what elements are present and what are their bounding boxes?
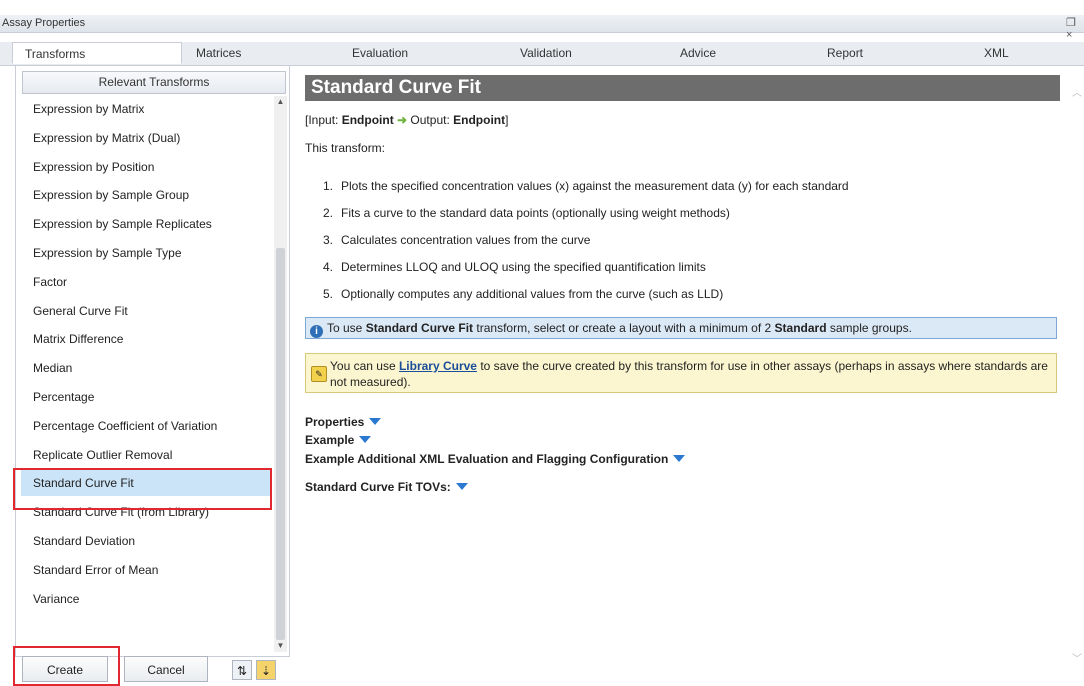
page-title: Standard Curve Fit xyxy=(305,75,1060,101)
step-number: 5. xyxy=(323,287,334,301)
io-prefix: [Input: xyxy=(305,113,342,127)
scroll-down-icon[interactable]: ▼ xyxy=(274,640,287,652)
info-text-pre: To use xyxy=(327,321,366,335)
transform-list-item[interactable]: Expression by Position xyxy=(21,154,271,180)
transform-list-item[interactable]: Expression by Sample Group xyxy=(21,182,271,208)
cancel-button[interactable]: Cancel xyxy=(124,656,208,682)
steps-list: 1. Plots the specified concentration valu… xyxy=(323,177,849,312)
transform-list-item[interactable]: Expression by Sample Replicates xyxy=(21,211,271,237)
tab-xml[interactable]: XML xyxy=(984,42,1009,65)
selected-item-highlight xyxy=(13,468,272,510)
scrollbar-thumb[interactable] xyxy=(276,248,285,640)
expand-icon[interactable] xyxy=(673,455,686,462)
tab-matrices[interactable]: Matrices xyxy=(196,42,241,65)
step-item: 3. Calculates concentration values from t… xyxy=(323,231,849,258)
input-type: Endpoint xyxy=(341,113,394,127)
window-titlebar: Assay Properties ❐ × xyxy=(0,15,1084,41)
tab-validation[interactable]: Validation xyxy=(520,42,572,65)
transform-list-item[interactable]: Factor xyxy=(21,269,271,295)
create-button-highlight xyxy=(13,646,120,686)
transform-list-item[interactable]: Replicate Outlier Removal xyxy=(21,442,271,468)
window-title: Assay Properties xyxy=(2,17,86,29)
step-item: 2. Fits a curve to the standard data poin… xyxy=(323,204,849,231)
transform-list-item[interactable]: Standard Deviation xyxy=(21,528,271,554)
step-text: Plots the specified concentration values… xyxy=(341,179,849,193)
transform-list-item[interactable]: Percentage Coefficient of Variation xyxy=(21,413,271,439)
note-text: You can use Library Curve to save the cu… xyxy=(330,358,1050,390)
scroll-up-icon[interactable]: ▲ xyxy=(274,96,287,108)
step-number: 2. xyxy=(323,206,334,220)
info-text-post: sample groups. xyxy=(826,321,912,335)
details-scrollbar[interactable]: ︿ ﹀ xyxy=(1070,70,1084,670)
step-text: Determines LLOQ and ULOQ using the speci… xyxy=(341,260,706,274)
section-tovs[interactable]: Standard Curve Fit TOVs: xyxy=(305,480,468,494)
section-tovs-label: Standard Curve Fit TOVs: xyxy=(305,480,451,494)
info-bold-1: Standard Curve Fit xyxy=(365,321,474,335)
section-xml-config[interactable]: Example Additional XML Evaluation and Fl… xyxy=(305,452,686,466)
transform-list-item[interactable]: Matrix Difference xyxy=(21,326,271,352)
section-properties-label: Properties xyxy=(305,415,365,429)
transform-list-item[interactable]: Standard Error of Mean xyxy=(21,557,271,583)
step-item: 1. Plots the specified concentration valu… xyxy=(323,177,849,204)
section-properties[interactable]: Properties xyxy=(305,415,382,429)
transform-list-scrollbar[interactable]: ▲ ▼ xyxy=(274,96,287,652)
step-item: 5. Optionally computes any additional val… xyxy=(323,285,849,312)
step-text: Optionally computes any additional value… xyxy=(341,287,724,301)
section-example-label: Example xyxy=(305,433,355,447)
filter-icon[interactable]: ⇣ xyxy=(256,660,276,680)
scroll-down-icon[interactable]: ﹀ xyxy=(1072,650,1082,665)
step-number: 4. xyxy=(323,260,334,274)
tab-evaluation[interactable]: Evaluation xyxy=(352,42,408,65)
expand-icon[interactable] xyxy=(359,436,372,443)
transform-list: Expression by Matrix Expression by Matrix… xyxy=(21,96,271,640)
library-curve-link[interactable]: Library Curve xyxy=(399,359,477,373)
info-bold-2: Standard xyxy=(774,321,827,335)
intro-text: This transform: xyxy=(305,141,386,155)
arrow-right-icon: ➜ xyxy=(397,113,408,127)
io-suffix: ] xyxy=(505,113,509,127)
transform-details: Standard Curve Fit [Input: Endpoint ➜ Ou… xyxy=(305,75,1065,675)
transforms-panel: Relevant Transforms Expression by Matrix… xyxy=(15,65,290,657)
note-icon: ✎ xyxy=(311,366,327,382)
transform-list-item[interactable]: Expression by Matrix xyxy=(21,96,271,122)
note-text-pre: You can use xyxy=(330,359,399,373)
info-text-mid: transform, select or create a layout wit… xyxy=(473,321,775,335)
step-text: Fits a curve to the standard data points… xyxy=(341,206,730,220)
step-item: 4. Determines LLOQ and ULOQ using the spe… xyxy=(323,258,849,285)
expand-icon[interactable] xyxy=(369,418,382,425)
output-type: Endpoint xyxy=(453,113,506,127)
sort-icon[interactable]: ⇅ xyxy=(232,660,252,680)
transform-list-item[interactable]: Variance xyxy=(21,586,271,612)
section-xml-config-label: Example Additional XML Evaluation and Fl… xyxy=(305,452,669,466)
scroll-up-icon[interactable]: ︿ xyxy=(1072,84,1082,99)
tab-report[interactable]: Report xyxy=(827,42,863,65)
tab-advice[interactable]: Advice xyxy=(680,42,716,65)
info-box: i To use Standard Curve Fit transform, se… xyxy=(305,317,1057,339)
tab-bar: Transforms Matrices Evaluation Validatio… xyxy=(0,42,1084,66)
expand-icon[interactable] xyxy=(455,483,468,490)
relevant-transforms-header[interactable]: Relevant Transforms xyxy=(22,71,286,94)
section-example[interactable]: Example xyxy=(305,433,372,447)
transform-list-item[interactable]: Expression by Matrix (Dual) xyxy=(21,125,271,151)
io-mid: Output: xyxy=(407,113,454,127)
window-controls-icon[interactable]: ❐ × xyxy=(1066,16,1084,41)
transform-list-item[interactable]: Percentage xyxy=(21,384,271,410)
tab-transforms[interactable]: Transforms xyxy=(12,42,182,64)
step-text: Calculates concentration values from the… xyxy=(341,233,591,247)
info-icon: i xyxy=(310,325,323,338)
step-number: 1. xyxy=(323,179,334,193)
input-output-line: [Input: Endpoint ➜ Output: Endpoint] xyxy=(305,113,508,127)
transform-list-item[interactable]: General Curve Fit xyxy=(21,298,271,324)
step-number: 3. xyxy=(323,233,334,247)
note-box: ✎ You can use Library Curve to save the … xyxy=(305,353,1057,393)
transform-list-item[interactable]: Median xyxy=(21,355,271,381)
transform-list-item[interactable]: Expression by Sample Type xyxy=(21,240,271,266)
